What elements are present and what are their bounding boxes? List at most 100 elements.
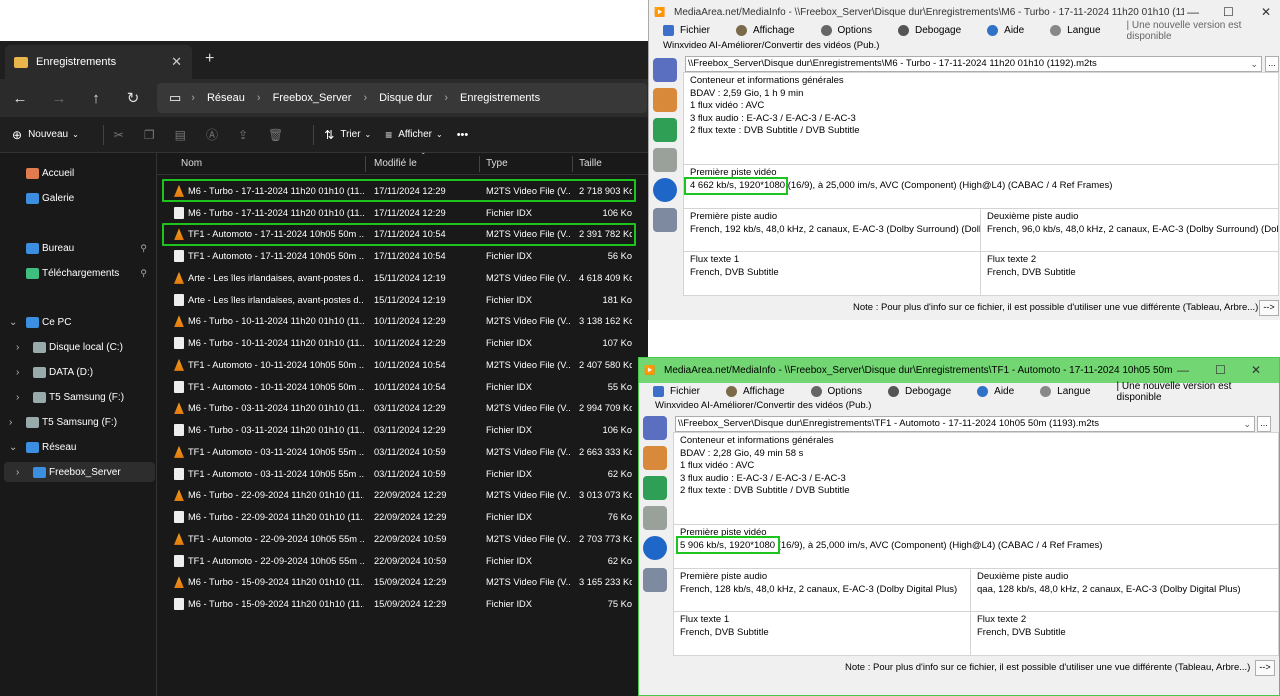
tools-icon[interactable]	[653, 148, 677, 172]
sidebar-item-t5-samsung-f-[interactable]: › T5 Samsung (F:)	[0, 387, 155, 407]
column-header-modified[interactable]: Modifié le	[374, 158, 417, 169]
ad-link[interactable]: Winxvideo AI-Améliorer/Convertir des vid…	[663, 40, 879, 51]
menu-help[interactable]: Aide	[987, 25, 1024, 36]
open-file-icon[interactable]	[643, 416, 667, 440]
delete-button[interactable]: 🗑	[268, 128, 289, 142]
table-row[interactable]: TF1 - Automoto - 17-11-2024 10h05 50m ..…	[157, 245, 648, 267]
sidebar-item-data-d-[interactable]: › DATA (D:)	[0, 362, 155, 382]
open-folder-icon[interactable]	[643, 446, 667, 470]
table-row[interactable]: M6 - Turbo - 22-09-2024 11h20 01h10 (11.…	[157, 506, 648, 528]
table-row[interactable]: Arte - Les îles irlandaises, avant-poste…	[157, 267, 648, 289]
update-notice[interactable]: | Une nouvelle version est disponible	[1127, 20, 1280, 42]
sidebar-item-accueil[interactable]: Accueil	[0, 163, 155, 183]
close-button[interactable]: ✕	[1261, 5, 1271, 19]
breadcrumb-enregistrements[interactable]: Enregistrements	[460, 92, 540, 104]
browse-button[interactable]: ...	[1265, 56, 1279, 72]
copy-button[interactable]: ❐	[144, 128, 161, 142]
maximize-button[interactable]: ☐	[1223, 5, 1234, 19]
menu-debug[interactable]: Debogage	[898, 25, 961, 36]
chevron-right-icon[interactable]: ›	[16, 342, 19, 353]
sidebar-item-disque-local-c-[interactable]: › Disque local (C:)	[0, 337, 155, 357]
view-button[interactable]: ≡ Afficher ⌄	[385, 128, 442, 142]
update-notice[interactable]: | Une nouvelle version est disponible	[1117, 381, 1279, 403]
column-divider[interactable]	[365, 156, 366, 172]
table-row[interactable]: M6 - Turbo - 22-09-2024 11h20 01h10 (11.…	[157, 485, 648, 507]
sidebar-item-ce-pc[interactable]: ⌄ Ce PC	[0, 312, 155, 332]
table-row[interactable]: M6 - Turbo - 15-09-2024 11h20 01h10 (11.…	[157, 593, 648, 615]
table-row[interactable]: M6 - Turbo - 03-11-2024 11h20 01h10 (11.…	[157, 419, 648, 441]
share-button[interactable]: ⇪	[238, 128, 254, 142]
menu-debug[interactable]: Debogage	[888, 386, 951, 397]
minimize-button[interactable]: —	[1177, 363, 1189, 377]
breadcrumb-reseau[interactable]: Réseau	[207, 92, 245, 104]
switch-view-button[interactable]: -->	[1259, 300, 1279, 316]
chevron-right-icon[interactable]: ›	[9, 417, 12, 428]
breadcrumb-disque-dur[interactable]: Disque dur	[379, 92, 432, 104]
rename-button[interactable]: Ⓐ	[206, 126, 224, 143]
table-row[interactable]: M6 - Turbo - 10-11-2024 11h20 01h10 (11.…	[157, 311, 648, 333]
close-tab-icon[interactable]: ✕	[171, 54, 182, 70]
chevron-right-icon[interactable]: ›	[16, 367, 19, 378]
sidebar-item-t5-samsung-f-[interactable]: › T5 Samsung (F:)	[0, 412, 155, 432]
new-button[interactable]: ⊕ Nouveau ⌄	[12, 128, 79, 142]
table-row[interactable]: M6 - Turbo - 03-11-2024 11h20 01h10 (11.…	[157, 398, 648, 420]
open-file-icon[interactable]	[653, 58, 677, 82]
table-row[interactable]: TF1 - Automoto - 10-11-2024 10h05 50m ..…	[157, 354, 648, 376]
chevron-down-icon[interactable]: ⌄	[9, 442, 17, 453]
cut-button[interactable]: ✂	[114, 128, 130, 142]
tab-enregistrements[interactable]: Enregistrements ✕	[5, 45, 192, 79]
chevron-right-icon[interactable]: ›	[16, 392, 19, 403]
close-button[interactable]: ✕	[1251, 363, 1261, 377]
menu-view[interactable]: Affichage	[736, 25, 795, 36]
menu-language[interactable]: Langue	[1050, 25, 1101, 36]
sort-button[interactable]: ⇅ Trier ⌄	[324, 128, 371, 142]
back-button[interactable]: ←	[6, 90, 34, 107]
file-path-select[interactable]: \\Freebox_Server\Disque dur\Enregistreme…	[675, 416, 1255, 432]
table-row[interactable]: M6 - Turbo - 15-09-2024 11h20 01h10 (11.…	[157, 572, 648, 594]
sidebar-item-galerie[interactable]: Galerie	[0, 188, 155, 208]
preferences-icon[interactable]	[643, 568, 667, 592]
forward-button[interactable]: →	[45, 90, 73, 107]
table-row[interactable]: TF1 - Automoto - 03-11-2024 10h05 55m ..…	[157, 441, 648, 463]
menu-help[interactable]: Aide	[977, 386, 1014, 397]
sidebar-item-bureau[interactable]: Bureau ⚲	[0, 238, 155, 258]
breadcrumb-freebox-server[interactable]: Freebox_Server	[273, 92, 352, 104]
column-header-size[interactable]: Taille	[579, 158, 602, 169]
more-button[interactable]: •••	[457, 129, 469, 141]
menu-view[interactable]: Affichage	[726, 386, 785, 397]
column-header-name[interactable]: Nom	[181, 158, 202, 169]
refresh-button[interactable]: ↻	[119, 89, 147, 107]
column-divider[interactable]	[479, 156, 480, 172]
open-folder-icon[interactable]	[653, 88, 677, 112]
file-path-select[interactable]: \\Freebox_Server\Disque dur\Enregistreme…	[685, 56, 1262, 72]
table-row[interactable]: Arte - Les îles irlandaises, avant-poste…	[157, 289, 648, 311]
up-button[interactable]: ↑	[82, 90, 110, 107]
menu-file[interactable]: Fichier	[663, 25, 710, 36]
browse-button[interactable]: ...	[1257, 416, 1271, 432]
column-divider[interactable]	[572, 156, 573, 172]
maximize-button[interactable]: ☐	[1215, 363, 1226, 377]
chevron-down-icon[interactable]: ⌄	[9, 317, 17, 328]
table-row[interactable]: TF1 - Automoto - 03-11-2024 10h05 55m ..…	[157, 463, 648, 485]
menu-language[interactable]: Langue	[1040, 386, 1091, 397]
info-icon[interactable]	[653, 178, 677, 202]
table-row[interactable]: TF1 - Automoto - 22-09-2024 10h05 55m ..…	[157, 528, 648, 550]
table-row[interactable]: M6 - Turbo - 17-11-2024 11h20 01h10 (11.…	[157, 202, 648, 224]
table-row[interactable]: TF1 - Automoto - 22-09-2024 10h05 55m ..…	[157, 550, 648, 572]
menu-file[interactable]: Fichier	[653, 386, 700, 397]
menu-options[interactable]: Options	[820, 25, 872, 36]
new-tab-button[interactable]: +	[205, 50, 214, 68]
ad-link[interactable]: Winxvideo AI-Améliorer/Convertir des vid…	[655, 400, 871, 411]
breadcrumb[interactable]: ▭ › Réseau › Freebox_Server › Disque dur…	[157, 83, 647, 113]
chevron-right-icon[interactable]: ›	[16, 467, 19, 478]
preferences-icon[interactable]	[653, 208, 677, 232]
tools-icon[interactable]	[643, 506, 667, 530]
sidebar-item-freebox-server[interactable]: › Freebox_Server	[4, 462, 155, 482]
sidebar-item-t-l-chargements[interactable]: Téléchargements ⚲	[0, 263, 155, 283]
export-icon[interactable]	[653, 118, 677, 142]
sidebar-item-r-seau[interactable]: ⌄ Réseau	[0, 437, 155, 457]
table-row[interactable]: M6 - Turbo - 10-11-2024 11h20 01h10 (11.…	[157, 332, 648, 354]
switch-view-button[interactable]: -->	[1255, 660, 1275, 676]
minimize-button[interactable]: —	[1187, 5, 1199, 19]
table-row[interactable]: TF1 - Automoto - 10-11-2024 10h05 50m ..…	[157, 376, 648, 398]
